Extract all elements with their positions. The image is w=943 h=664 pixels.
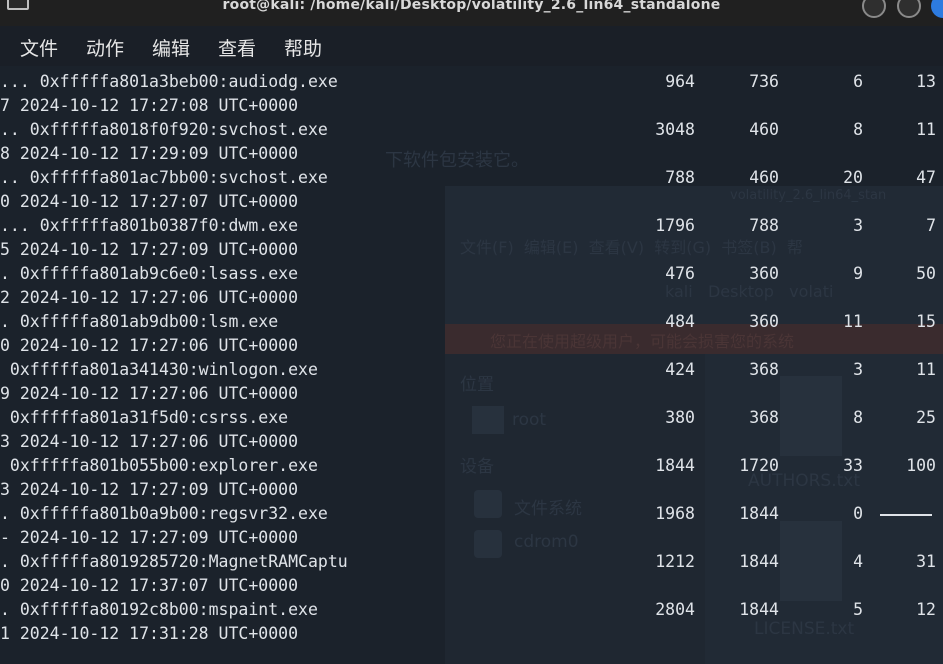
menu-help[interactable]: 帮助 [284,34,322,61]
background-cdrom-label: cdrom0 [514,532,579,552]
process-line: ... 0xfffffa801a3beb00:audiodg.exe [0,72,338,91]
process-hnds: 11 [916,120,936,139]
process-time-line: 1 2024-10-12 17:31:28 UTC+0000 [0,624,299,643]
process-line: ... 0xfffffa801b0387f0:dwm.exe [0,216,299,235]
process-pid: 484 [665,312,695,331]
menu-edit[interactable]: 编辑 [152,34,190,61]
process-line: . 0xfffffa80192c8b00:mspaint.exe [0,600,318,619]
process-pid: 788 [665,168,695,187]
background-disk-icon-2 [474,530,502,558]
process-thds: 11 [843,312,863,331]
process-ppid: 1844 [739,600,779,619]
process-pid: 1212 [655,552,695,571]
process-ppid: 360 [749,312,779,331]
maximize-button[interactable] [897,0,921,18]
process-time-line: 0 2024-10-12 17:27:07 UTC+0000 [0,192,299,211]
process-hnds: 31 [916,552,936,571]
process-hnds: 7 [926,216,936,235]
process-line: . 0xfffffa8019285720:MagnetRAMCaptu [0,552,348,571]
background-file-label-2: LICENSE.txt [754,619,855,639]
process-ppid: 368 [749,360,779,379]
background-file-icon-1 [780,376,842,456]
process-time-line: - 2024-10-12 17:27:09 UTC+0000 [0,528,299,547]
window-title: root@kali: /home/kali/Desktop/volatility… [222,0,721,13]
process-thds: 8 [853,120,863,139]
background-hint-text: 下软件包安装它。 [385,150,529,171]
process-ppid: 360 [749,264,779,283]
process-thds: 8 [853,408,863,427]
process-hnds-dash [880,514,932,516]
process-time-line: 9 2024-10-12 17:27:06 UTC+0000 [0,384,299,403]
process-hnds: 47 [916,168,936,187]
process-pid: 1844 [655,456,695,475]
process-pid: 1796 [655,216,695,235]
menu-view[interactable]: 查看 [218,34,256,61]
process-thds: 20 [843,168,863,187]
process-ppid: 1844 [739,552,779,571]
process-time-line: 5 2024-10-12 17:27:09 UTC+0000 [0,240,299,259]
process-ppid: 788 [749,216,779,235]
process-pid: 424 [665,360,695,379]
process-thds: 3 [853,216,863,235]
process-thds: 0 [853,504,863,523]
menu-actions[interactable]: 动作 [86,34,124,61]
process-ppid: 368 [749,408,779,427]
process-thds: 5 [853,600,863,619]
process-hnds: 13 [916,72,936,91]
process-thds: 4 [853,552,863,571]
close-button[interactable] [931,0,943,18]
process-ppid: 736 [749,72,779,91]
process-line: 0xfffffa801a31f5d0:csrss.exe [0,408,289,427]
process-pid: 2804 [655,600,695,619]
background-root-label: root [512,410,547,430]
background-places-label: 位置 [460,375,494,395]
process-hnds: 25 [916,408,936,427]
process-pid: 3048 [655,120,695,139]
background-file-icon-2 [780,521,842,601]
process-pid: 964 [665,72,695,91]
process-line: .. 0xfffffa8018f0f920:svchost.exe [0,120,328,139]
process-line: . 0xfffffa801b0a9b00:regsvr32.exe [0,504,328,523]
process-hnds: 12 [916,600,936,619]
process-line: .. 0xfffffa801ac7bb00:svchost.exe [0,168,328,187]
process-line: . 0xfffffa801ab9c6e0:lsass.exe [0,264,299,283]
process-ppid: 1720 [739,456,779,475]
minimize-button[interactable] [862,0,886,18]
process-thds: 33 [843,456,863,475]
background-filesystem-label: 文件系统 [514,499,582,519]
process-thds: 9 [853,264,863,283]
background-window-title: volatility_2.6_lin64_stan [730,188,887,203]
process-time-line: 3 2024-10-12 17:27:09 UTC+0000 [0,480,299,499]
menu-bar: 文件 动作 编辑 查看 帮助 [0,26,943,66]
process-hnds: 50 [916,264,936,283]
process-line: . 0xfffffa801ab9db00:lsm.exe [0,312,279,331]
process-ppid: 460 [749,168,779,187]
process-hnds: 15 [916,312,936,331]
window-titlebar[interactable]: root@kali: /home/kali/Desktop/volatility… [0,0,943,26]
process-pid: 380 [665,408,695,427]
terminal-output[interactable]: 下软件包安装它。 volatility_2.6_lin64_stan 文件(F)… [0,66,943,664]
process-hnds: 100 [906,456,936,475]
process-thds: 3 [853,360,863,379]
background-disk-icon-1 [474,490,502,518]
menu-file[interactable]: 文件 [20,34,58,61]
process-line: 0xfffffa801a341430:winlogon.exe [0,360,318,379]
process-time-line: 2 2024-10-12 17:27:06 UTC+0000 [0,288,299,307]
process-time-line: 8 2024-10-12 17:29:09 UTC+0000 [0,144,299,163]
process-ppid: 1844 [739,504,779,523]
process-time-line: 7 2024-10-12 17:27:08 UTC+0000 [0,96,299,115]
process-line: 0xfffffa801b055b00:explorer.exe [0,456,318,475]
process-time-line: 0 2024-10-12 17:37:07 UTC+0000 [0,576,299,595]
background-devices-label: 设备 [460,457,494,477]
process-pid: 476 [665,264,695,283]
process-thds: 6 [853,72,863,91]
process-time-line: 0 2024-10-12 17:27:06 UTC+0000 [0,336,299,355]
background-folder-icon [472,406,504,434]
process-time-line: 3 2024-10-12 17:27:06 UTC+0000 [0,432,299,451]
process-pid: 1968 [655,504,695,523]
process-ppid: 460 [749,120,779,139]
process-hnds: 11 [916,360,936,379]
